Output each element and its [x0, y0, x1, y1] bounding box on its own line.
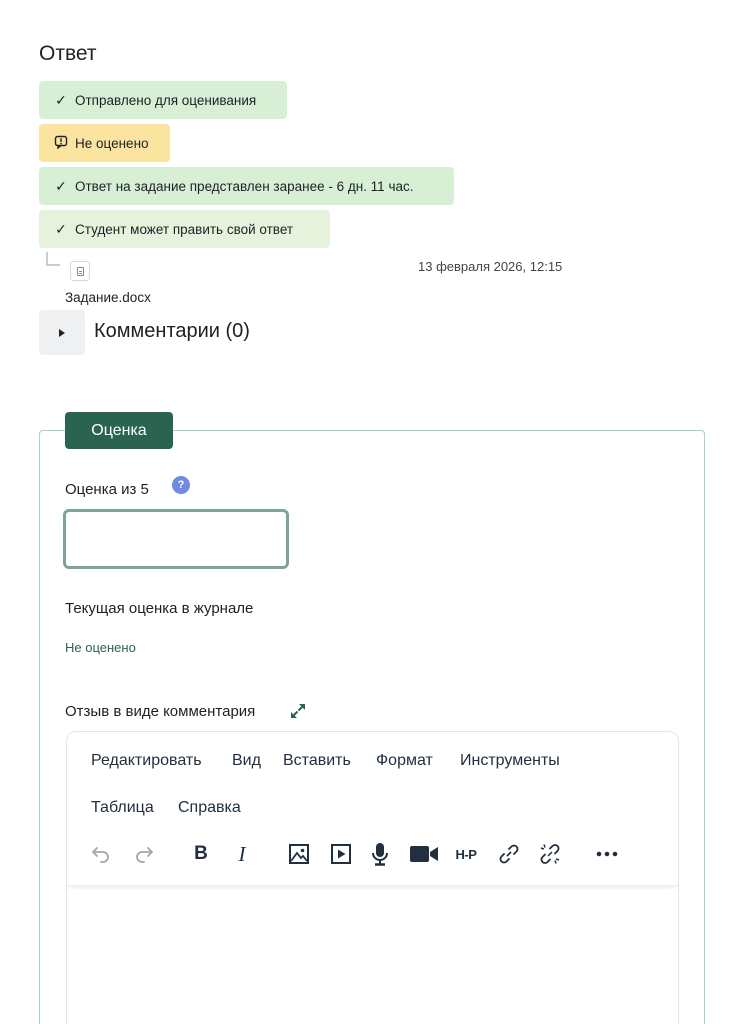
menu-format[interactable]: Формат [376, 752, 433, 770]
image-icon[interactable] [284, 839, 314, 869]
status-badge-not-graded: Не оценено [39, 124, 170, 162]
menu-tools[interactable]: Инструменты [460, 752, 560, 770]
bold-button[interactable]: B [186, 839, 216, 869]
file-link[interactable]: Задание.docx [65, 290, 151, 305]
feedback-editor: Редактировать Вид Вставить Формат Инстру… [66, 731, 679, 1024]
triangle-right-icon [59, 328, 65, 337]
check-icon: ✓ [55, 91, 67, 108]
file-date: 13 февраля 2026, 12:15 [418, 259, 563, 274]
status-text: Не оценено [75, 135, 149, 151]
document-icon [70, 261, 90, 281]
expand-icon[interactable] [288, 701, 308, 721]
current-grade-label: Текущая оценка в журнале [65, 600, 254, 617]
menu-view[interactable]: Вид [232, 752, 261, 770]
editor-content-area[interactable] [67, 888, 678, 1024]
undo-icon[interactable] [86, 839, 116, 869]
status-text: Студент может править свой ответ [75, 221, 294, 237]
check-icon: ✓ [55, 177, 67, 194]
comments-label[interactable]: Комментарии (0) [94, 320, 250, 343]
grade-label: Оценка из 5 [65, 481, 149, 498]
grade-legend: Оценка [65, 412, 173, 449]
status-text: Отправлено для оценивания [75, 92, 257, 108]
status-badge-submitted: ✓ Отправлено для оценивания [39, 81, 287, 119]
grade-input[interactable] [63, 509, 289, 569]
more-icon[interactable] [592, 839, 622, 869]
menu-edit[interactable]: Редактировать [91, 752, 202, 770]
menu-help[interactable]: Справка [178, 799, 241, 817]
menu-table[interactable]: Таблица [91, 799, 154, 817]
media-icon[interactable] [326, 839, 356, 869]
status-badge-early: ✓ Ответ на задание представлен заранее -… [39, 167, 454, 205]
video-camera-icon[interactable] [409, 839, 439, 869]
comments-toggle-button[interactable] [39, 310, 85, 355]
status-text: Ответ на задание представлен заранее - 6… [75, 178, 414, 194]
alert-icon [53, 135, 69, 152]
unlink-icon[interactable] [535, 839, 565, 869]
file-tree-connector [46, 252, 60, 266]
microphone-icon[interactable] [365, 839, 395, 869]
help-icon[interactable]: ? [172, 476, 190, 494]
status-badge-editable: ✓ Студент может править свой ответ [39, 210, 330, 248]
link-icon[interactable] [494, 839, 524, 869]
current-grade-value: Не оценено [65, 640, 136, 655]
check-icon: ✓ [55, 220, 67, 237]
editor-toolbar-divider [67, 878, 678, 886]
italic-button[interactable]: I [227, 839, 257, 869]
submission-title: Ответ [39, 42, 97, 65]
feedback-label: Отзыв в виде комментария [65, 703, 256, 720]
h5p-icon[interactable]: H-P [451, 839, 481, 869]
redo-icon[interactable] [129, 839, 159, 869]
menu-insert[interactable]: Вставить [283, 752, 351, 770]
